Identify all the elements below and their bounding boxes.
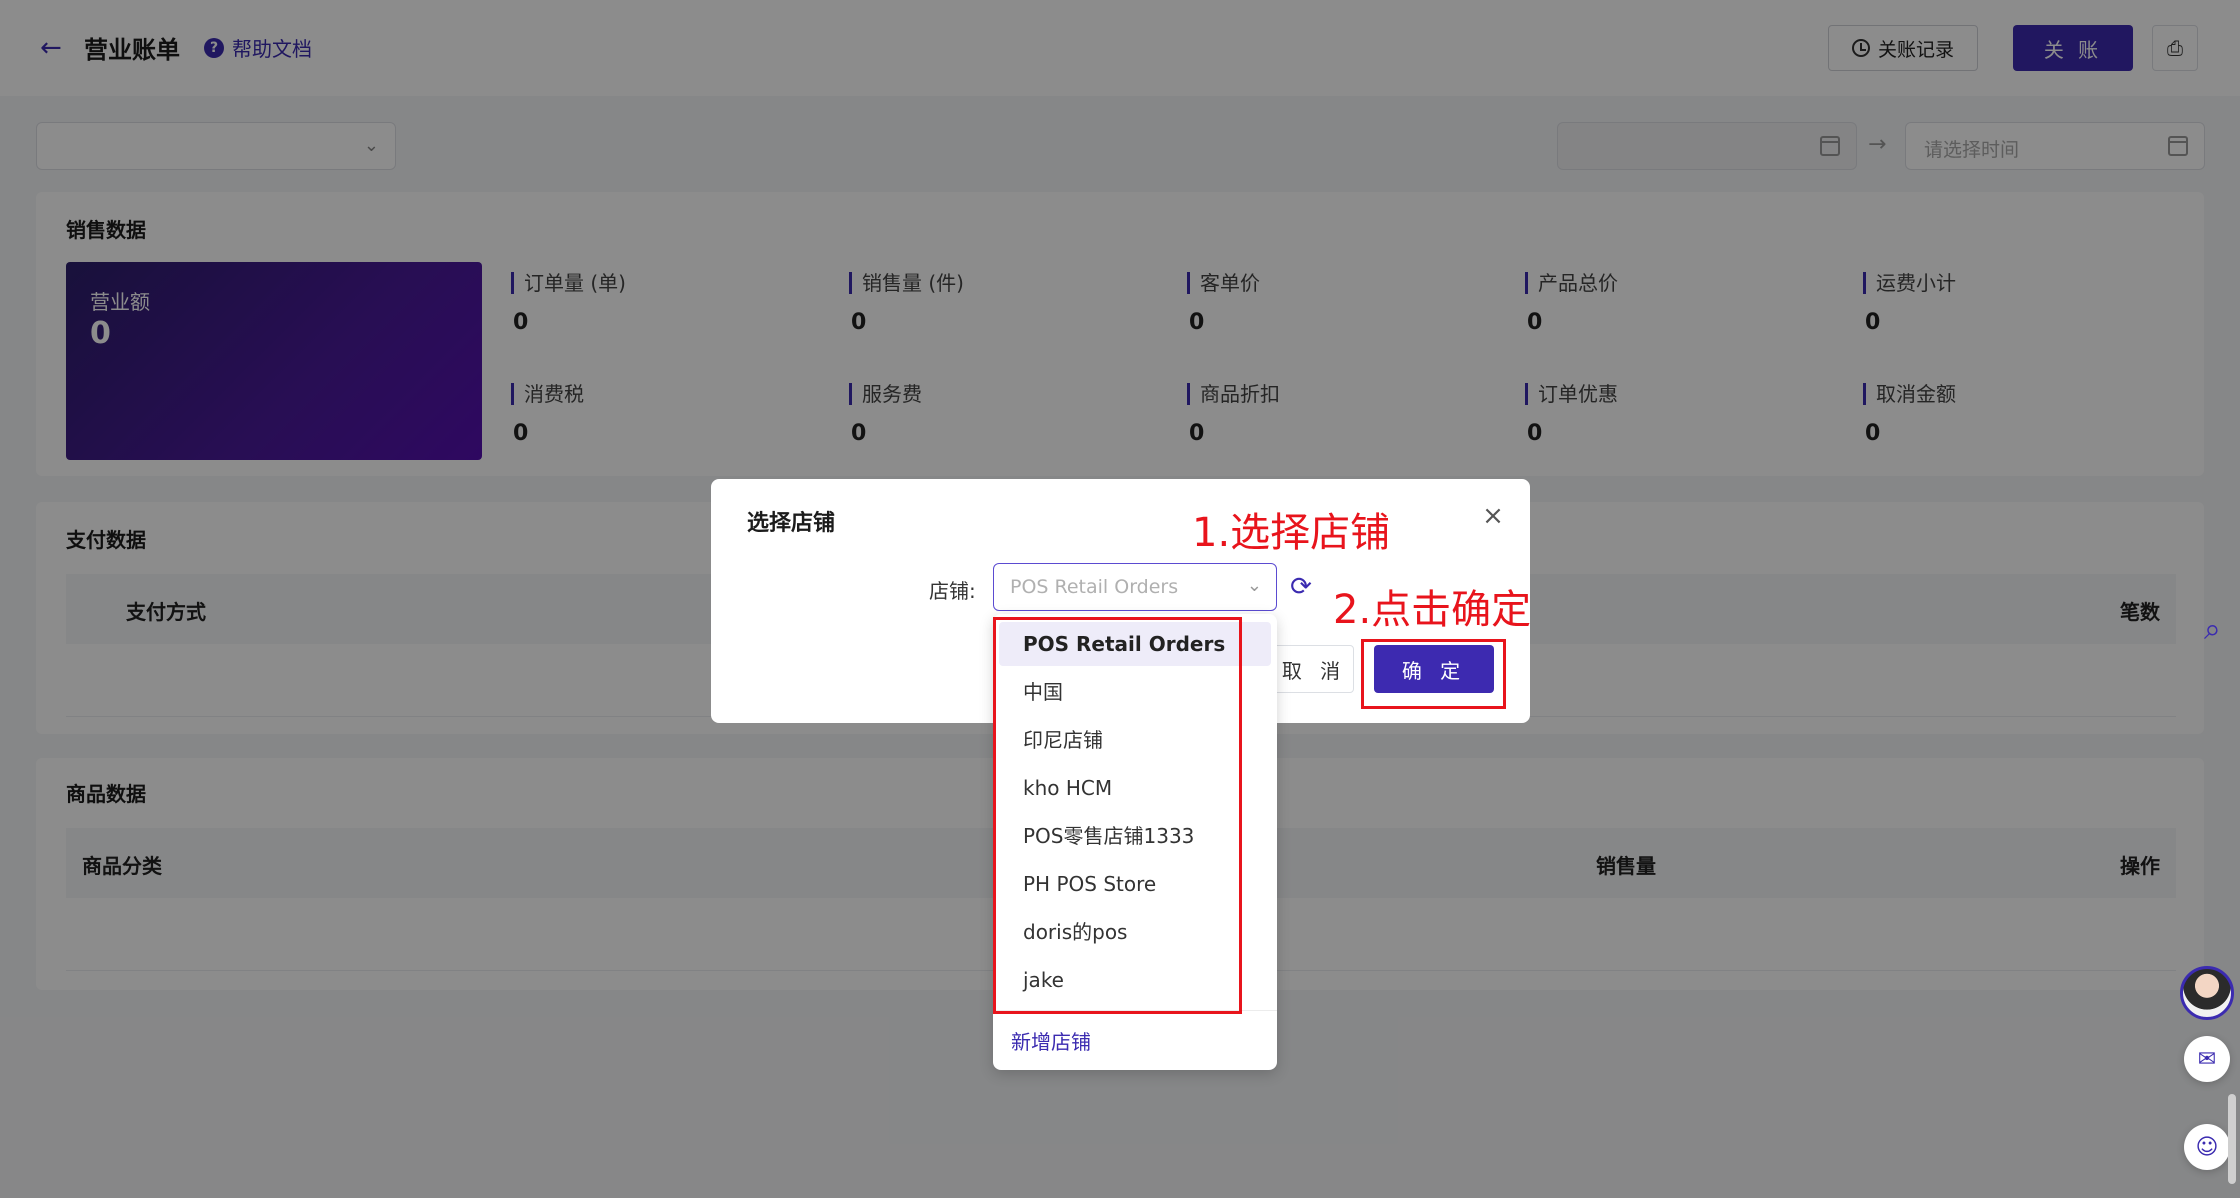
close-icon[interactable]: × xyxy=(1478,501,1508,531)
annotation-box-confirm xyxy=(1361,639,1506,709)
support-button[interactable]: ☺ xyxy=(2184,1124,2230,1170)
chat-icon: ✉ xyxy=(2197,1046,2217,1072)
chat-button[interactable]: ✉ xyxy=(2184,1036,2230,1082)
search-icon[interactable]: ⌕ xyxy=(2204,612,2240,648)
store-select-value: POS Retail Orders xyxy=(1010,576,1179,598)
store-select[interactable]: POS Retail Orders ⌄ xyxy=(993,563,1277,611)
annotation-box-store-list xyxy=(993,617,1242,1014)
support-icon: ☺ xyxy=(2195,1134,2219,1160)
scrollbar-thumb[interactable] xyxy=(2228,1094,2236,1184)
refresh-icon[interactable]: ⟳ xyxy=(1287,573,1315,601)
add-store-link[interactable]: 新增店铺 xyxy=(1011,1026,1091,1055)
chevron-down-icon: ⌄ xyxy=(1246,575,1262,596)
store-field-label: 店铺: xyxy=(929,579,976,603)
modal-title: 选择店铺 xyxy=(747,511,836,536)
annotation-step2: 2.点击确定 xyxy=(1333,587,1532,633)
annotation-step1: 1.选择店铺 xyxy=(1192,510,1391,556)
avatar[interactable] xyxy=(2180,966,2234,1020)
